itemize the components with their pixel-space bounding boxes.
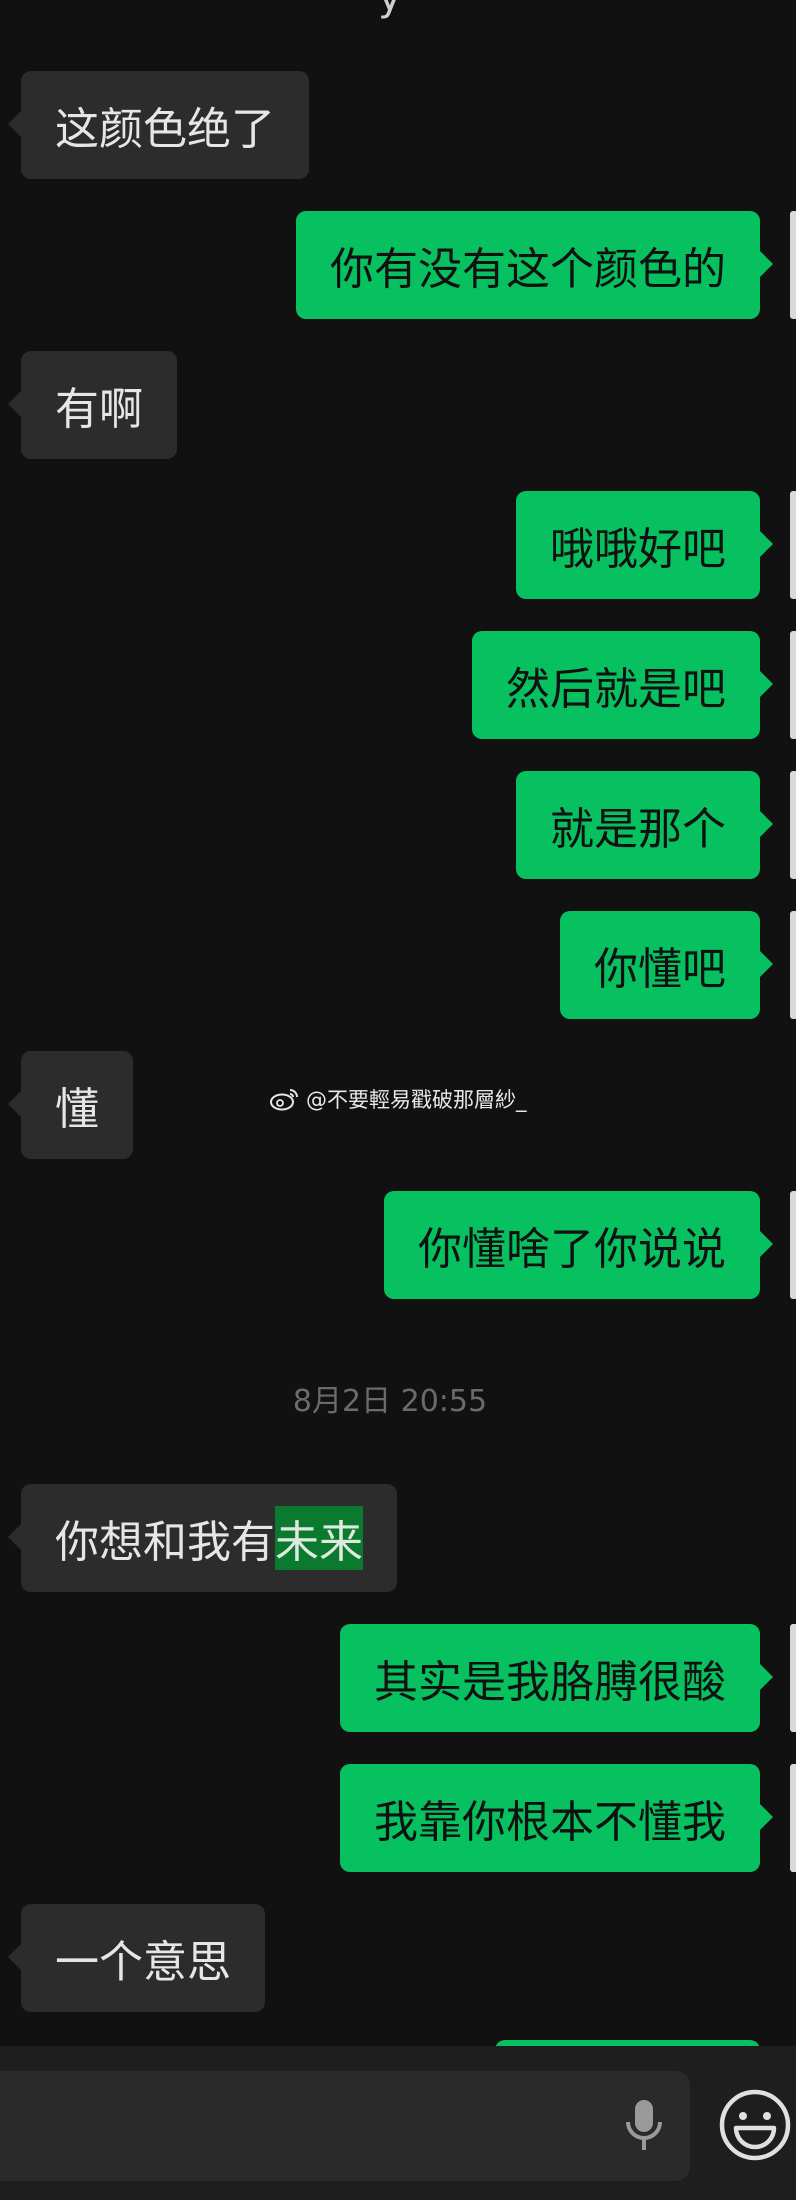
message-input[interactable] <box>0 2071 690 2181</box>
message-bubble-outgoing[interactable]: 然后就是吧 <box>472 631 773 739</box>
message-text: 你懂吧 <box>594 944 726 995</box>
avatar[interactable] <box>790 911 796 1019</box>
chat-area[interactable]: y 这颜色绝了 你有没有这个颜色的 有啊 哦哦好吧 然后就是吧 就是那个 你懂吧… <box>0 0 796 2046</box>
avatar[interactable] <box>790 631 796 739</box>
input-bar <box>0 2046 796 2200</box>
message-bubble-outgoing[interactable]: 其实是我胳膊很酸 <box>340 1624 773 1732</box>
message-bubble-outgoing[interactable]: 你有没有这个颜色的 <box>296 211 773 319</box>
message-text: 这颜色绝了 <box>55 104 275 155</box>
microphone-icon[interactable] <box>620 2096 668 2160</box>
message-text: 哦哦好吧 <box>550 524 726 575</box>
message-text: 你有没有这个颜色的 <box>330 244 726 295</box>
avatar[interactable] <box>790 211 796 319</box>
watermark-text: @不要輕易戳破那層紗_ <box>306 1088 527 1112</box>
watermark: @不要輕易戳破那層紗_ <box>270 1084 527 1114</box>
highlighted-text: 未来 <box>275 1506 363 1570</box>
message-bubble-incoming[interactable]: 懂 <box>8 1051 133 1159</box>
message-bubble-outgoing[interactable]: 就是那个 <box>516 771 773 879</box>
message-bubble-outgoing[interactable]: 你懂啥了你说说 <box>384 1191 773 1299</box>
avatar[interactable] <box>790 1764 796 1872</box>
message-bubble-incoming[interactable]: 一个意思 <box>8 1904 265 2012</box>
message-bubble-outgoing[interactable]: 哦哦好吧 <box>516 491 773 599</box>
avatar[interactable] <box>790 1624 796 1732</box>
message-text: 然后就是吧 <box>506 664 726 715</box>
message-bubble-incoming[interactable]: 有啊 <box>8 351 177 459</box>
timestamp: 8月2日 20:55 <box>292 1384 488 1419</box>
weibo-logo-icon <box>270 1089 298 1111</box>
avatar[interactable] <box>790 771 796 879</box>
avatar[interactable] <box>790 1191 796 1299</box>
message-text: 有啊 <box>55 384 143 435</box>
message-text: 我靠你根本不懂我 <box>374 1797 726 1848</box>
message-bubble-incoming[interactable]: 你想和我有 未来 <box>8 1484 397 1592</box>
message-text: 你想和我有 <box>55 1517 275 1568</box>
message-text: 你懂啥了你说说 <box>418 1224 726 1275</box>
message-bubble-outgoing[interactable]: 你懂吧 <box>560 911 773 1019</box>
emoji-icon[interactable] <box>718 2088 792 2166</box>
message-bubble-incoming[interactable]: 这颜色绝了 <box>8 71 309 179</box>
avatar[interactable] <box>790 491 796 599</box>
message-text: 懂 <box>55 1084 99 1135</box>
message-text: 就是那个 <box>550 804 726 855</box>
message-text: 一个意思 <box>55 1937 231 1988</box>
clipped-text-fragment: y <box>378 0 406 20</box>
message-text: 其实是我胳膊很酸 <box>374 1657 726 1708</box>
message-bubble-outgoing[interactable]: 我靠你根本不懂我 <box>340 1764 773 1872</box>
